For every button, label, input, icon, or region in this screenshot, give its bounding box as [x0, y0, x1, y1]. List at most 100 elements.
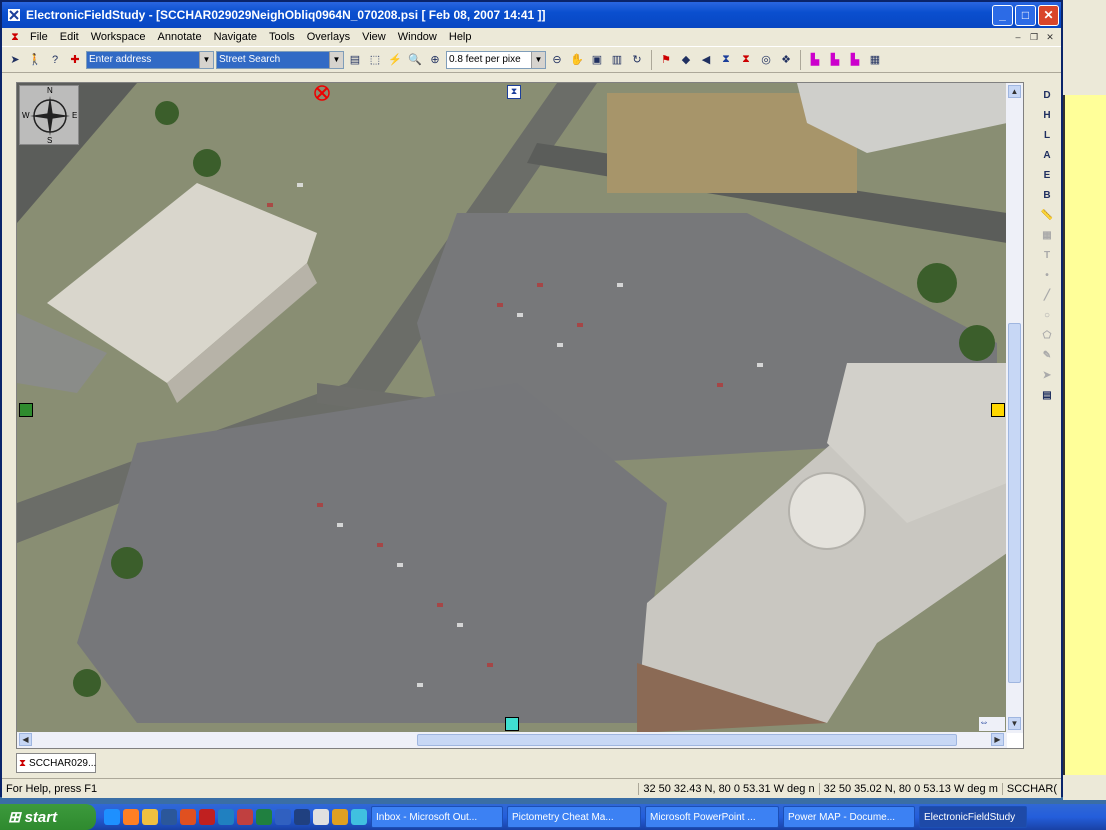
document-tab[interactable]: ⧗ SCCHAR029...: [16, 753, 96, 773]
overlay-3-icon[interactable]: ▙: [846, 51, 864, 69]
ie-icon[interactable]: [104, 809, 120, 825]
query-icon[interactable]: ?: [46, 51, 64, 69]
point-tool-icon: •: [1045, 269, 1049, 281]
scroll-right-icon[interactable]: ▶: [991, 733, 1004, 746]
app-icon-12[interactable]: [313, 809, 329, 825]
refresh-icon[interactable]: ↻: [628, 51, 646, 69]
task-pictometry-cheat[interactable]: Pictometry Cheat Ma...: [507, 806, 641, 828]
task-power-map[interactable]: Power MAP - Docume...: [783, 806, 915, 828]
street-search-combo[interactable]: ▼: [216, 50, 344, 69]
minimize-button[interactable]: _: [992, 4, 1013, 26]
book-icon[interactable]: ▥: [608, 51, 626, 69]
distance-tool-icon[interactable]: D: [1038, 86, 1056, 104]
elevation-tool-icon[interactable]: E: [1038, 166, 1056, 184]
app-icon-8[interactable]: [237, 809, 253, 825]
menu-workspace[interactable]: Workspace: [85, 31, 152, 43]
chevron-down-icon[interactable]: ▼: [199, 51, 213, 68]
view-icon[interactable]: ▣: [588, 51, 606, 69]
height-tool-icon[interactable]: H: [1038, 106, 1056, 124]
quick-launch: [104, 809, 367, 825]
scroll-up-icon[interactable]: ▲: [1008, 85, 1021, 98]
app-icon-14[interactable]: [351, 809, 367, 825]
measure-height-red-icon[interactable]: ⧗: [737, 51, 755, 69]
mdi-close-icon[interactable]: ✕: [1043, 31, 1057, 44]
pan-hand-icon[interactable]: ✋: [568, 51, 586, 69]
menu-overlays[interactable]: Overlays: [301, 31, 356, 43]
globe-icon[interactable]: [256, 809, 272, 825]
outlook-icon[interactable]: [142, 809, 158, 825]
line-tool-icon: ╱: [1043, 289, 1051, 301]
menu-navigate[interactable]: Navigate: [208, 31, 263, 43]
west-view-icon[interactable]: ◀: [697, 51, 715, 69]
mdi-restore-icon[interactable]: ❐: [1027, 31, 1041, 44]
menu-window[interactable]: Window: [392, 31, 443, 43]
menu-help[interactable]: Help: [443, 31, 478, 43]
grid-tool-icon: ▦: [1042, 229, 1052, 241]
bearing-tool-icon[interactable]: B: [1038, 186, 1056, 204]
address-combo[interactable]: ▼: [86, 50, 214, 69]
area-tool-icon[interactable]: A: [1038, 146, 1056, 164]
locate-point-icon[interactable]: ✚: [66, 51, 84, 69]
vertical-scrollbar[interactable]: ▲ ▼: [1006, 83, 1023, 733]
menu-edit[interactable]: Edit: [54, 31, 85, 43]
camera-icon[interactable]: ◎: [757, 51, 775, 69]
walk-person-icon[interactable]: 🚶: [26, 51, 44, 69]
north-view-icon[interactable]: ◆: [677, 51, 695, 69]
zoom-box-icon[interactable]: ⬚: [366, 51, 384, 69]
horizontal-scrollbar[interactable]: ◀ ▶: [17, 732, 1007, 748]
app-icon-7[interactable]: [218, 809, 234, 825]
horizontal-scroll-thumb[interactable]: [417, 734, 957, 746]
pan-west-icon[interactable]: [19, 403, 33, 417]
magic-wand-icon[interactable]: ⚡: [386, 51, 404, 69]
task-electronic-field-study[interactable]: ElectronicFieldStudy: [919, 806, 1027, 828]
task-inbox-outlook[interactable]: Inbox - Microsoft Out...: [371, 806, 503, 828]
chevron-down-icon[interactable]: ▼: [531, 51, 545, 68]
properties-icon[interactable]: ▤: [1038, 386, 1056, 404]
word-icon[interactable]: [161, 809, 177, 825]
app-icon-13[interactable]: [332, 809, 348, 825]
app-menu-icon[interactable]: ⧗: [6, 28, 24, 46]
zoom-in-icon[interactable]: ⊕: [426, 51, 444, 69]
aerial-map-view[interactable]: N S E W ⧗ ⇔: [17, 83, 1007, 733]
app-icon-11[interactable]: [294, 809, 310, 825]
zoom-out-icon[interactable]: ⊖: [548, 51, 566, 69]
start-button[interactable]: ⊞ start: [0, 804, 96, 830]
app-icon-10[interactable]: [275, 809, 291, 825]
overlay-2-icon[interactable]: ▙: [826, 51, 844, 69]
overlay-1-icon[interactable]: ▙: [806, 51, 824, 69]
app-icon-6[interactable]: [199, 809, 215, 825]
mdi-controls: ‒ ❐ ✕: [1011, 31, 1057, 44]
measure-height-icon[interactable]: ⧗: [717, 51, 735, 69]
menu-tools[interactable]: Tools: [263, 31, 301, 43]
select-pointer-icon[interactable]: ➤: [6, 51, 24, 69]
menu-annotate[interactable]: Annotate: [152, 31, 208, 43]
scroll-left-icon[interactable]: ◀: [19, 733, 32, 746]
zoom-level-combo[interactable]: 0.8 feet per pixe ▼: [446, 50, 546, 69]
close-button[interactable]: ✕: [1038, 4, 1059, 26]
chevron-down-icon[interactable]: ▼: [329, 51, 343, 68]
pan-north-icon[interactable]: ⧗: [507, 85, 521, 99]
scroll-down-icon[interactable]: ▼: [1008, 717, 1021, 730]
ruler-icon[interactable]: 📏: [1038, 206, 1056, 224]
address-input[interactable]: [87, 51, 199, 68]
vertical-scroll-thumb[interactable]: [1008, 323, 1021, 683]
firefox-icon[interactable]: [123, 809, 139, 825]
menu-file[interactable]: File: [24, 31, 54, 43]
nav-arrows-icon[interactable]: ⇔: [979, 717, 1005, 731]
mdi-minimize-icon[interactable]: ‒: [1011, 31, 1025, 44]
overview-tool-icon[interactable]: ⚑: [657, 51, 675, 69]
pan-east-icon[interactable]: [991, 403, 1005, 417]
task-powerpoint[interactable]: Microsoft PowerPoint ...: [645, 806, 779, 828]
maximize-button[interactable]: □: [1015, 4, 1036, 26]
street-search-input[interactable]: [217, 51, 329, 68]
pan-south-icon[interactable]: [505, 717, 519, 731]
layers-icon[interactable]: ❖: [777, 51, 795, 69]
location-tool-icon[interactable]: L: [1038, 126, 1056, 144]
zoom-icon[interactable]: 🔍: [406, 51, 424, 69]
status-coordinate-1: 32 50 32.43 N, 80 0 53.31 W deg n: [638, 782, 818, 795]
compass-widget[interactable]: N S E W: [19, 85, 79, 145]
menu-view[interactable]: View: [356, 31, 392, 43]
app-icon-5[interactable]: [180, 809, 196, 825]
save-icon[interactable]: ▤: [346, 51, 364, 69]
grid-icon[interactable]: ▦: [866, 51, 884, 69]
